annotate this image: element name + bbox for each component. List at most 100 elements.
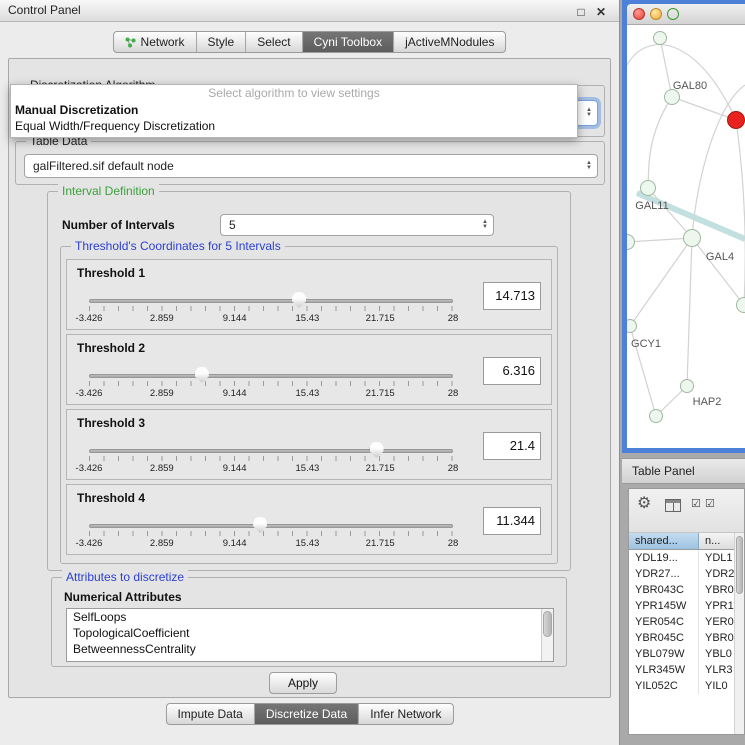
minimize-traffic-light-icon[interactable] xyxy=(650,8,662,20)
threshold-value-field[interactable]: 11.344 xyxy=(483,507,541,535)
list-item[interactable]: TopologicalCoefficient xyxy=(67,625,553,641)
node-label: GAL11 xyxy=(635,200,668,212)
node-hap2[interactable] xyxy=(680,379,694,393)
threshold-slider[interactable]: -3.4262.8599.14415.4321.71528 xyxy=(89,515,453,553)
slider-scale: -3.4262.8599.14415.4321.71528 xyxy=(89,313,453,325)
popup-placeholder: Select algorithm to view settings xyxy=(11,85,577,102)
threshold-value-field[interactable]: 6.316 xyxy=(483,357,541,385)
scale-label: 21.715 xyxy=(366,313,395,324)
cell-shared-name: YDL19... xyxy=(629,550,699,566)
combo-stepper-icon[interactable]: ▲▼ xyxy=(581,155,597,177)
cell-shared-name: YBL079W xyxy=(629,646,699,662)
tab-label: Cyni Toolbox xyxy=(314,32,382,52)
slider-track xyxy=(89,374,453,378)
table-data-combo[interactable]: galFiltered.sif default node ▲▼ xyxy=(24,154,598,178)
threshold-panel-3: Threshold 3 -3.4262.8599.14415.4321.71528… xyxy=(66,409,552,480)
columns-icon[interactable] xyxy=(665,499,681,512)
scale-label: 9.144 xyxy=(223,388,247,399)
table-window: ⚙ ☑ ☑ shared... n... YDL19...YDL1YDR27..… xyxy=(628,488,745,735)
popup-item-equal-width-frequency[interactable]: Equal Width/Frequency Discretization xyxy=(11,118,577,134)
network-canvas[interactable]: GAL80GAL11GAL4GCY1HAP2 xyxy=(627,25,745,448)
numerical-attributes-list[interactable]: SelfLoopsTopologicalCoefficientBetweenne… xyxy=(66,608,554,662)
scrollbar-thumb[interactable] xyxy=(543,611,552,637)
scrollbar-thumb[interactable] xyxy=(736,536,743,594)
list-item[interactable]: BetweennessCentrality xyxy=(67,641,553,657)
threshold-label: Threshold 3 xyxy=(77,416,145,430)
list-item[interactable]: SelfLoops xyxy=(67,609,553,625)
threshold-label: Threshold 1 xyxy=(77,266,145,280)
scale-label: 21.715 xyxy=(366,463,395,474)
close-traffic-light-icon[interactable] xyxy=(633,8,645,20)
node-selected-red[interactable] xyxy=(727,111,745,129)
apply-button[interactable]: Apply xyxy=(269,672,337,694)
cell-shared-name: YLR345W xyxy=(629,662,699,678)
table-row[interactable]: YBR045CYBR0 xyxy=(629,630,734,646)
combo-stepper-icon[interactable]: ▲▼ xyxy=(477,215,493,235)
threshold-panel-4: Threshold 4-3.4262.8599.14415.4321.71528… xyxy=(66,484,552,555)
scale-label: 9.144 xyxy=(223,538,247,549)
node[interactable] xyxy=(736,297,745,313)
tab-jactivemnodules[interactable]: jActiveMNodules xyxy=(394,32,505,52)
cell-name: YLR3 xyxy=(699,662,734,678)
node-label: HAP2 xyxy=(693,396,722,408)
table-row[interactable]: YDR27...YDR2 xyxy=(629,566,734,582)
threshold-value-field[interactable]: 14.713 xyxy=(483,282,541,310)
table-row[interactable]: YBL079WYBL0 xyxy=(629,646,734,662)
tab-style[interactable]: Style xyxy=(197,32,247,52)
float-window-icon[interactable]: □ xyxy=(573,2,589,23)
list-scrollbar[interactable] xyxy=(541,609,553,661)
node[interactable] xyxy=(649,409,663,423)
threshold-panel-2: Threshold 2-3.4262.8599.14415.4321.71528… xyxy=(66,334,552,405)
threshold-slider[interactable]: -3.4262.8599.14415.4321.71528 xyxy=(89,290,453,328)
gear-icon[interactable]: ⚙ xyxy=(637,495,651,513)
network-window-titlebar[interactable] xyxy=(627,4,745,25)
threshold-slider[interactable]: -3.4262.8599.14415.4321.71528 xyxy=(89,440,453,478)
tab-select[interactable]: Select xyxy=(246,32,302,52)
top-tab-bar: NetworkStyleSelect Cyni Toolbox jActiveMNo… xyxy=(113,31,507,53)
close-icon[interactable]: ✕ xyxy=(593,2,609,23)
table-header: shared... n... xyxy=(629,533,744,550)
scale-label: 2.859 xyxy=(150,313,174,324)
node-gal11[interactable] xyxy=(640,180,656,196)
table-row[interactable]: YLR345WYLR3 xyxy=(629,662,734,678)
checkbox-icon[interactable]: ☑ xyxy=(705,497,715,510)
table-row[interactable]: YDL19...YDL1 xyxy=(629,550,734,566)
table-row[interactable]: YBR043CYBR0 xyxy=(629,582,734,598)
scale-label: 2.859 xyxy=(150,463,174,474)
threshold-slider[interactable]: -3.4262.8599.14415.4321.71528 xyxy=(89,365,453,403)
node-gal4[interactable] xyxy=(683,229,701,247)
tab-infer-network[interactable]: Infer Network xyxy=(359,704,452,724)
table-panel-title: Table Panel xyxy=(632,464,695,478)
algorithm-dropdown-popup: Select algorithm to view settings Manual… xyxy=(10,84,578,138)
table-row[interactable]: YPR145WYPR1 xyxy=(629,598,734,614)
window-title: Control Panel xyxy=(8,3,81,17)
tab-discretize-data[interactable]: Discretize Data xyxy=(255,704,359,724)
zoom-traffic-light-icon[interactable] xyxy=(667,8,679,20)
network-view-window: GAL80GAL11GAL4GCY1HAP2 xyxy=(622,0,745,453)
table-scrollbar[interactable] xyxy=(734,533,744,734)
tab-cyni-toolbox[interactable]: Cyni Toolbox xyxy=(303,32,394,52)
table-row[interactable]: YIL052CYIL0 xyxy=(629,678,734,694)
tab-impute-data[interactable]: Impute Data xyxy=(166,704,254,724)
tab-network[interactable]: Network xyxy=(114,32,197,52)
checkbox-icon[interactable]: ☑ xyxy=(691,497,701,510)
scale-label: 28 xyxy=(448,388,459,399)
number-of-intervals-value: 5 xyxy=(229,218,477,232)
cell-name: YBR0 xyxy=(699,630,734,646)
node[interactable] xyxy=(653,31,667,45)
cell-name: YBL0 xyxy=(699,646,734,662)
tab-label: jActiveMNodules xyxy=(405,32,494,52)
popup-item-manual-discretization[interactable]: Manual Discretization xyxy=(11,102,577,118)
threshold-value-field[interactable]: 21.4 xyxy=(483,432,541,460)
scale-label: 28 xyxy=(448,463,459,474)
screen: Control Panel □ ✕ NetworkStyleSelect Cyni… xyxy=(0,0,745,745)
interval-definition-group: Interval Definition Number of Intervals … xyxy=(47,191,571,571)
number-of-intervals-combo[interactable]: 5 ▲▼ xyxy=(220,214,494,236)
scale-label: 2.859 xyxy=(150,538,174,549)
table-row[interactable]: YER054CYER0 xyxy=(629,614,734,630)
scale-label: -3.426 xyxy=(76,463,103,474)
combo-stepper-icon[interactable]: ▲▼ xyxy=(581,101,597,125)
column-header-shared[interactable]: shared... xyxy=(629,533,699,550)
cell-name: YDL1 xyxy=(699,550,734,566)
scale-label: 21.715 xyxy=(366,538,395,549)
